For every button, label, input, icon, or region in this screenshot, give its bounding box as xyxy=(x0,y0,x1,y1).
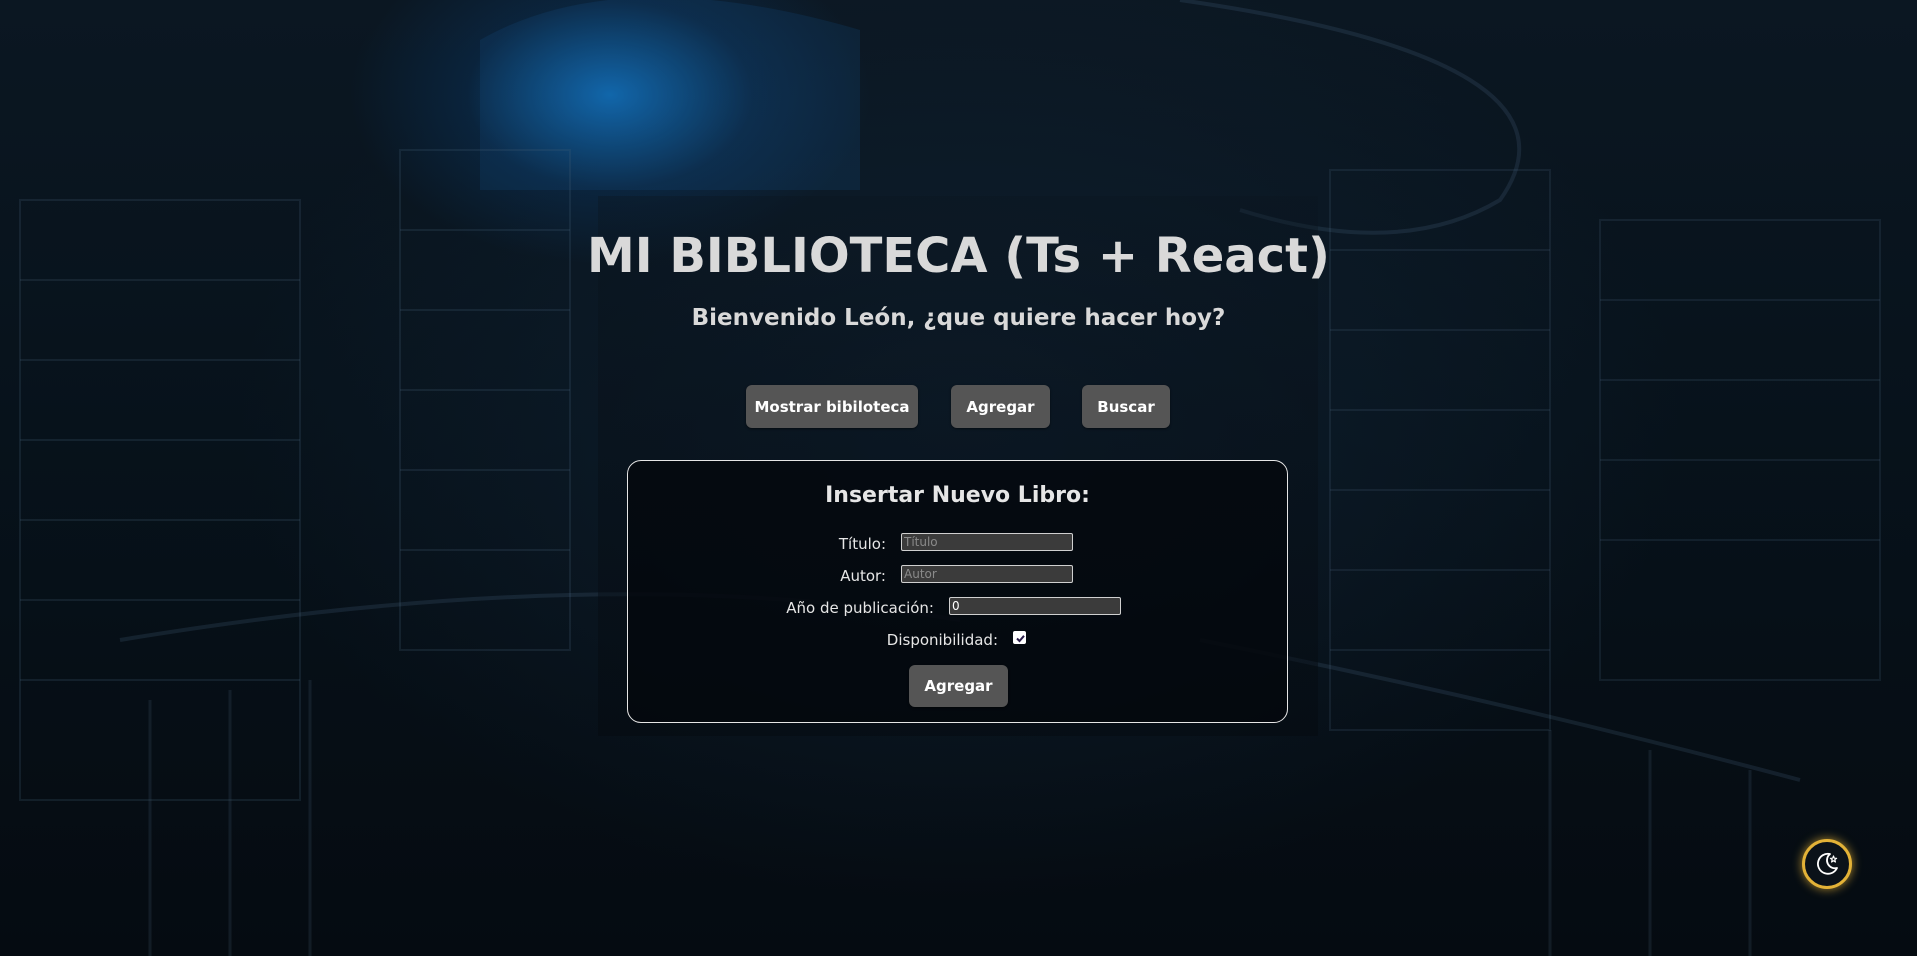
show-library-button[interactable]: Mostrar bibiloteca xyxy=(746,385,918,428)
availability-row: Disponibilidad: xyxy=(628,629,1287,651)
moon-star-icon xyxy=(1817,852,1838,875)
availability-label: Disponibilidad: xyxy=(886,631,998,649)
author-row: Autor: xyxy=(628,565,1287,587)
page-title: MI BIBLIOTECA (Ts + React) xyxy=(587,228,1330,284)
new-book-form: Insertar Nuevo Libro: Título: Autor: Año… xyxy=(627,460,1288,723)
author-input[interactable] xyxy=(901,565,1073,583)
add-book-submit-button[interactable]: Agregar xyxy=(909,665,1008,707)
title-label: Título: xyxy=(838,535,886,553)
welcome-subtitle: Bienvenido León, ¿que quiere hacer hoy? xyxy=(691,305,1226,331)
author-label: Autor: xyxy=(840,567,886,585)
title-input[interactable] xyxy=(901,533,1073,551)
year-input[interactable] xyxy=(949,597,1121,615)
availability-checkbox[interactable] xyxy=(1013,631,1026,644)
add-book-nav-button[interactable]: Agregar xyxy=(951,385,1050,428)
year-label: Año de publicación: xyxy=(786,599,934,617)
checkmark-icon xyxy=(1016,635,1025,643)
main-nav: Mostrar bibiloteca Agregar Buscar xyxy=(0,385,1917,428)
form-title: Insertar Nuevo Libro: xyxy=(825,483,1090,508)
year-row: Año de publicación: xyxy=(628,597,1287,619)
title-row: Título: xyxy=(628,533,1287,555)
theme-toggle-button[interactable] xyxy=(1802,839,1852,889)
search-button[interactable]: Buscar xyxy=(1082,385,1170,428)
